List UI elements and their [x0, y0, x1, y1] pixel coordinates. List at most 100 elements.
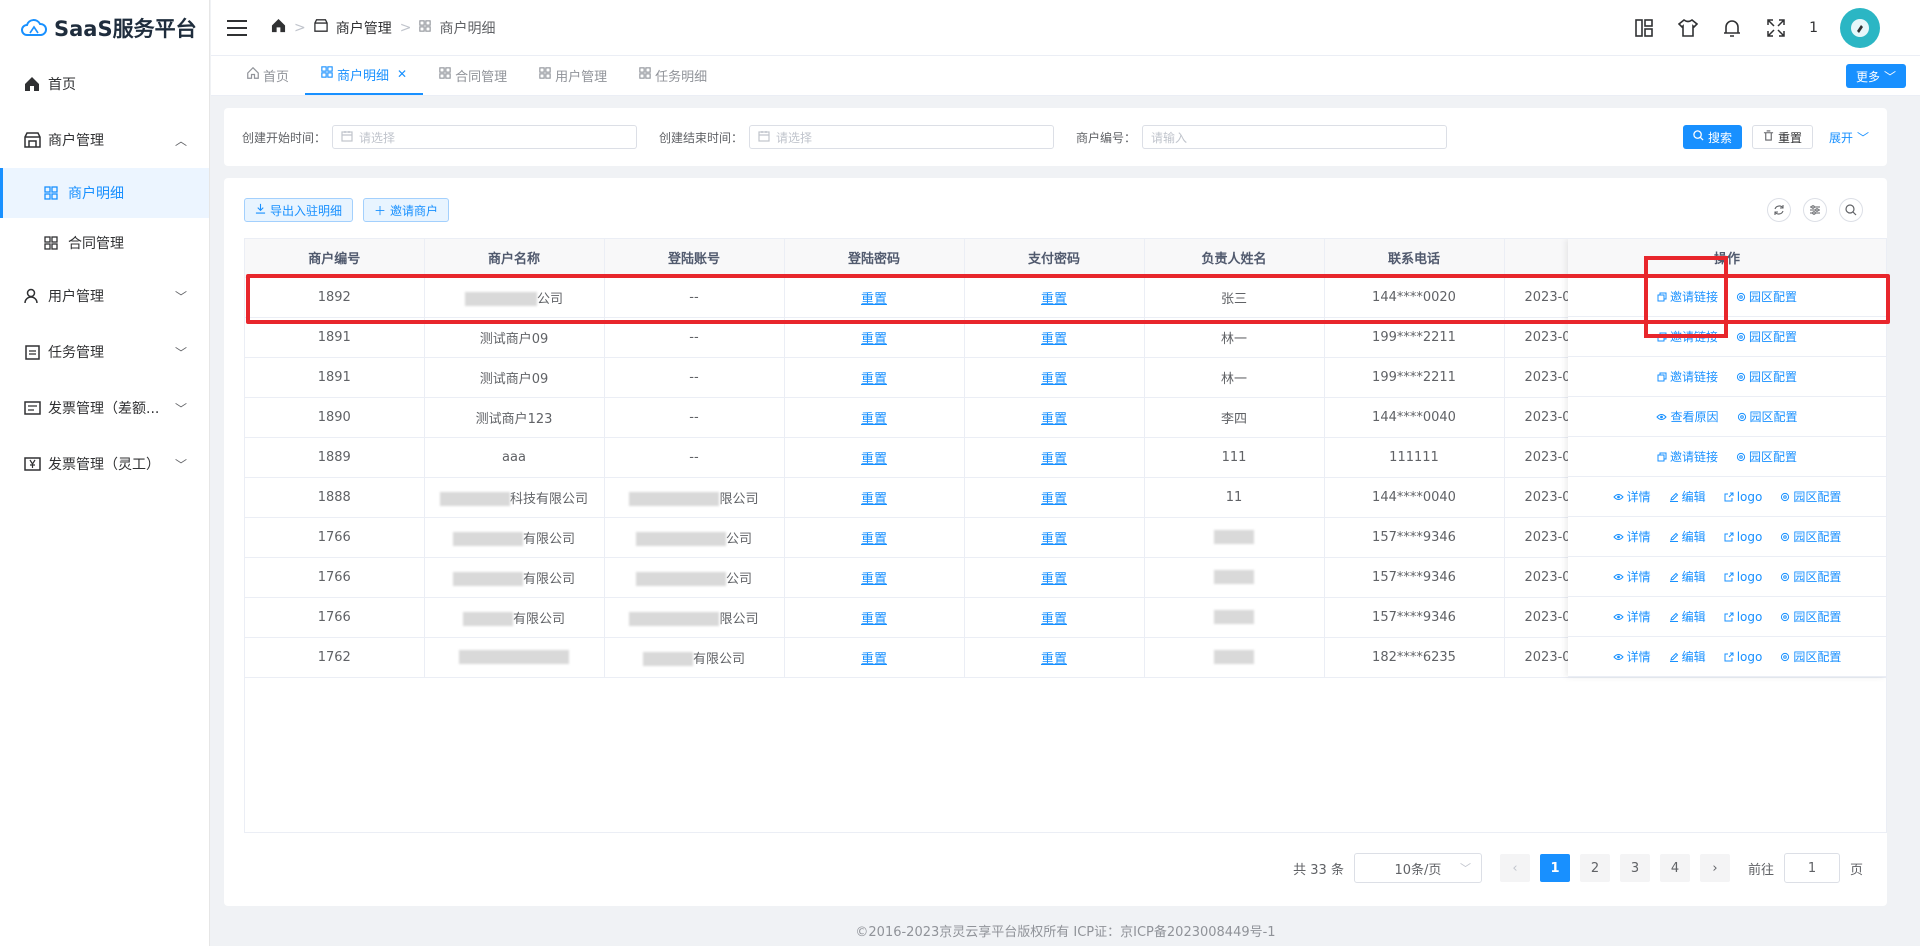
menu-toggle-icon[interactable]	[227, 19, 247, 36]
op-link-eye[interactable]: 详情	[1612, 488, 1651, 505]
invite-merchant-button[interactable]: ＋ 邀请商户	[363, 198, 450, 222]
cell-login-password-reset[interactable]: 重置	[784, 557, 965, 598]
page-3[interactable]: 3	[1619, 854, 1650, 882]
op-link-gear[interactable]: 园区配置	[1737, 408, 1798, 425]
shirt-icon[interactable]	[1677, 17, 1699, 39]
op-link-edit[interactable]: 编辑	[1669, 568, 1706, 585]
refresh-icon[interactable]	[1767, 198, 1791, 222]
cell-login-password-reset[interactable]: 重置	[784, 437, 965, 478]
op-link-gear[interactable]: 园区配置	[1780, 608, 1841, 625]
tab-tasks[interactable]: 任务明细	[623, 55, 723, 95]
op-link-gear[interactable]: 园区配置	[1736, 368, 1797, 385]
page-4[interactable]: 4	[1659, 854, 1690, 882]
cell-pay-password-reset[interactable]: 重置	[964, 637, 1145, 678]
cell-person: 张三	[1144, 277, 1325, 318]
sidebar-item-invoice-flex[interactable]: 发票管理（灵工） ﹀	[0, 436, 209, 492]
sidebar-item-home[interactable]: 首页	[0, 56, 209, 112]
cell-login-password-reset[interactable]: 重置	[784, 317, 965, 358]
op-link-gear[interactable]: 园区配置	[1780, 568, 1841, 585]
logo: SaaS服务平台	[0, 0, 209, 56]
export-button[interactable]: 导出入驻明细	[244, 198, 354, 222]
op-link-eye[interactable]: 详情	[1612, 608, 1651, 625]
avatar[interactable]	[1840, 7, 1880, 48]
op-link-external-link[interactable]: logo	[1724, 570, 1762, 584]
op-link-external-link[interactable]: logo	[1724, 490, 1762, 504]
op-link-gear[interactable]: 园区配置	[1780, 488, 1841, 505]
tab-contract[interactable]: 合同管理	[423, 55, 523, 95]
op-link-external-link[interactable]: logo	[1724, 530, 1762, 544]
op-link-copy[interactable]: 邀请链接	[1657, 288, 1718, 305]
op-link-external-link[interactable]: logo	[1724, 650, 1762, 664]
search-button[interactable]: 搜索	[1682, 125, 1742, 149]
cell-login-password-reset[interactable]: 重置	[784, 637, 965, 678]
op-link-eye[interactable]: 详情	[1612, 528, 1651, 545]
op-link-eye[interactable]: 查看原因	[1656, 408, 1719, 425]
tab-home[interactable]: 首页	[231, 55, 305, 95]
cell-login-account-text: --	[689, 289, 699, 305]
sidebar-item-invoice-diff[interactable]: 发票管理（差额... ﹀	[0, 380, 209, 436]
cell-login-password-reset[interactable]: 重置	[784, 277, 965, 318]
op-link-external-link[interactable]: logo	[1724, 610, 1762, 624]
cell-pay-password-reset[interactable]: 重置	[964, 397, 1145, 438]
cell-phone: 182****6235	[1324, 637, 1505, 678]
op-link-gear[interactable]: 园区配置	[1736, 448, 1797, 465]
column-settings-icon[interactable]	[1803, 198, 1827, 222]
op-link-edit[interactable]: 编辑	[1669, 488, 1706, 505]
op-link-copy[interactable]: 邀请链接	[1657, 448, 1718, 465]
op-link-edit[interactable]: 编辑	[1669, 648, 1706, 665]
op-link-gear[interactable]: 园区配置	[1736, 288, 1797, 305]
cell-pay-password-reset[interactable]: 重置	[964, 437, 1145, 478]
cell-login-password-reset[interactable]: 重置	[784, 397, 965, 438]
cell-login-password-reset[interactable]: 重置	[784, 597, 965, 638]
sidebar-subitem-merchant-detail[interactable]: 商户明细	[0, 168, 209, 218]
op-link-gear[interactable]: 园区配置	[1780, 528, 1841, 545]
cell-pay-password-reset[interactable]: 重置	[964, 317, 1145, 358]
cell-login-password-reset[interactable]: 重置	[784, 477, 965, 518]
sidebar-item-users[interactable]: 用户管理 ﹀	[0, 268, 209, 324]
sidebar-subitem-contract[interactable]: 合同管理	[0, 218, 209, 268]
page-1[interactable]: 1	[1539, 854, 1570, 882]
fullscreen-icon[interactable]	[1765, 17, 1787, 39]
cell-merchant-no-text: 1888	[317, 489, 351, 505]
home-icon[interactable]	[271, 18, 286, 37]
op-link-copy[interactable]: 邀请链接	[1657, 368, 1718, 385]
goto-page-input[interactable]: 1	[1783, 853, 1840, 883]
more-tabs-button[interactable]: 更多 ﹀	[1845, 64, 1906, 88]
op-link-gear[interactable]: 园区配置	[1780, 648, 1841, 665]
op-link-eye[interactable]: 详情	[1612, 568, 1651, 585]
page-2[interactable]: 2	[1579, 854, 1610, 882]
search-icon[interactable]	[1839, 198, 1863, 222]
op-link-edit[interactable]: 编辑	[1669, 528, 1706, 545]
cell-pay-password-reset[interactable]: 重置	[964, 277, 1145, 318]
cell-merchant-name-text: 测试商户09	[479, 331, 549, 347]
tab-merchant-detail[interactable]: 商户明细 ✕	[305, 55, 424, 95]
cell-pay-password-reset[interactable]: 重置	[964, 477, 1145, 518]
cell-pay-password-reset[interactable]: 重置	[964, 597, 1145, 638]
close-icon[interactable]: ✕	[397, 67, 407, 81]
breadcrumb-item[interactable]: 商户管理	[336, 18, 392, 38]
op-link-edit[interactable]: 编辑	[1669, 608, 1706, 625]
bell-icon[interactable]	[1721, 17, 1743, 39]
merchant-no-input[interactable]: 请输入	[1142, 125, 1448, 149]
sidebar-item-merchant[interactable]: 商户管理 ︿	[0, 112, 209, 168]
prev-page-button[interactable]: ‹	[1499, 854, 1530, 882]
reset-button[interactable]: 重置	[1751, 125, 1813, 149]
op-link-eye[interactable]: 详情	[1612, 648, 1651, 665]
tab-users[interactable]: 用户管理	[523, 55, 623, 95]
start-time-placeholder: 请选择	[359, 130, 396, 145]
start-time-input[interactable]: 请选择	[332, 125, 638, 149]
layout-icon[interactable]	[1633, 17, 1655, 39]
external-link-icon	[1724, 492, 1734, 502]
end-time-input[interactable]: 请选择	[749, 125, 1055, 149]
cell-pay-password-reset[interactable]: 重置	[964, 357, 1145, 398]
cell-pay-password-reset[interactable]: 重置	[964, 517, 1145, 558]
page-size-select[interactable]: 10条/页 ﹀	[1353, 853, 1482, 883]
op-link-copy[interactable]: 邀请链接	[1657, 328, 1718, 345]
op-link-gear[interactable]: 园区配置	[1736, 328, 1797, 345]
cell-login-password-reset[interactable]: 重置	[784, 517, 965, 558]
cell-login-password-reset[interactable]: 重置	[784, 357, 965, 398]
next-page-button[interactable]: ›	[1699, 854, 1730, 882]
cell-pay-password-reset[interactable]: 重置	[964, 557, 1145, 598]
sidebar-item-tasks[interactable]: 任务管理 ﹀	[0, 324, 209, 380]
expand-button[interactable]: 展开 ﹀	[1829, 129, 1869, 146]
